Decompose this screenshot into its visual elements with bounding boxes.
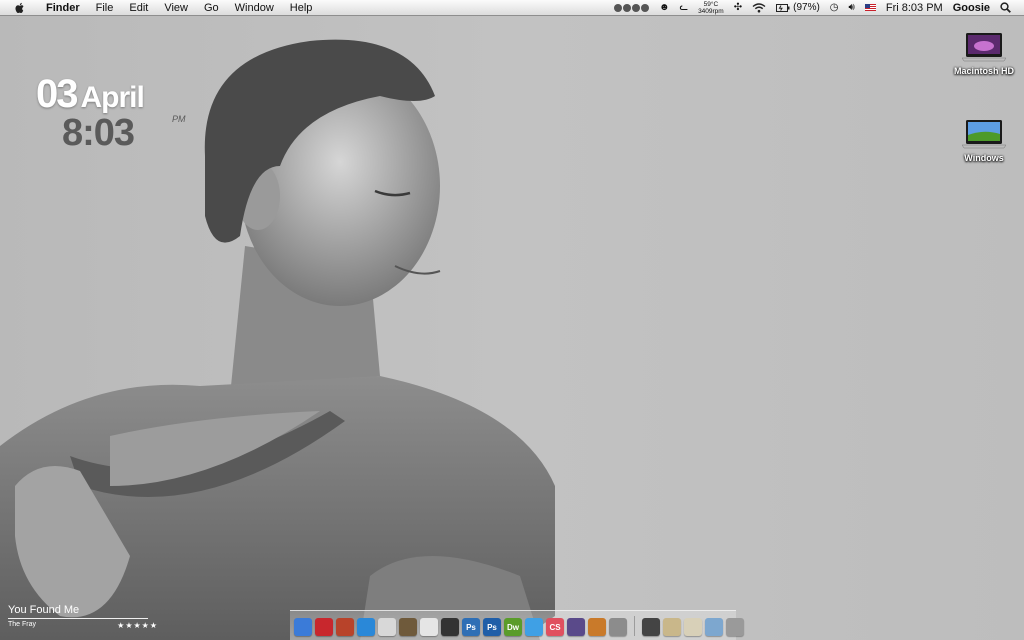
- weather-temp: 59°C: [703, 0, 719, 8]
- dock-icon-preview[interactable]: [588, 618, 606, 636]
- menu-window[interactable]: Window: [227, 0, 282, 16]
- menu-clock[interactable]: Fri 8:03 PM: [886, 2, 943, 14]
- now-playing-widget[interactable]: You Found Me The Fray ★★★★★: [8, 604, 158, 630]
- dock-icon-red-app[interactable]: [315, 618, 333, 636]
- dock-icon-aperture[interactable]: [441, 618, 459, 636]
- dock-icon-flickr[interactable]: [420, 618, 438, 636]
- dock-icon-mail[interactable]: [336, 618, 354, 636]
- dock-icon-iphoto[interactable]: [399, 618, 417, 636]
- battery-icon: [776, 3, 790, 12]
- widget-day: 03: [36, 72, 78, 116]
- dock-icon-system-prefs[interactable]: [609, 618, 627, 636]
- dock-icon-dreamweaver[interactable]: Dw: [504, 618, 522, 636]
- menu-file[interactable]: File: [88, 0, 122, 16]
- user-menu[interactable]: Goosie: [953, 2, 990, 14]
- dock-icon-stack-1[interactable]: [642, 618, 660, 636]
- apple-icon[interactable]: [14, 2, 26, 14]
- menu-go[interactable]: Go: [196, 0, 227, 16]
- track-rating[interactable]: ★★★★★: [117, 621, 158, 630]
- widget-month: April: [80, 81, 145, 114]
- cat-icon[interactable]: ᓚ: [680, 2, 689, 13]
- desktop-icon-windows[interactable]: Windows: [944, 119, 1024, 163]
- dock-icon-itunes[interactable]: [525, 618, 543, 636]
- battery-percent: (97%): [793, 2, 820, 13]
- battery-indicator[interactable]: (97%): [776, 2, 820, 13]
- dock-icon-trash[interactable]: [726, 618, 744, 636]
- weather-readout[interactable]: 59°C 3409rpm: [698, 1, 724, 15]
- move-icon[interactable]: ✣: [734, 2, 742, 13]
- hard-drive-icon: [962, 33, 1006, 62]
- spotlight-icon[interactable]: [1000, 2, 1011, 13]
- date-widget: 03 April: [36, 72, 145, 117]
- desktop-icon-macintosh-hd[interactable]: Macintosh HD: [944, 32, 1024, 76]
- widget-ampm: PM: [172, 114, 186, 124]
- volume-icon[interactable]: 🔊︎: [849, 2, 855, 13]
- dock-separator: [634, 616, 635, 636]
- dock-icon-photoshop-2[interactable]: Ps: [483, 618, 501, 636]
- menu-help[interactable]: Help: [282, 0, 321, 16]
- dock-icon-photoshop[interactable]: Ps: [462, 618, 480, 636]
- fan-rpm: 3409rpm: [698, 7, 724, 15]
- dock-icon-safari[interactable]: [357, 618, 375, 636]
- menu-view[interactable]: View: [156, 0, 196, 16]
- dock-icon-stack-2[interactable]: [663, 618, 681, 636]
- time-machine-icon[interactable]: ◷: [830, 2, 839, 13]
- track-divider: [8, 618, 148, 619]
- track-title: You Found Me: [8, 604, 80, 616]
- dock-icon-stack-4[interactable]: [705, 618, 723, 636]
- desktop-icon-label: Macintosh HD: [953, 66, 1014, 76]
- menu-edit[interactable]: Edit: [121, 0, 156, 16]
- track-artist: The Fray: [8, 621, 37, 628]
- dock-icon-finder[interactable]: [294, 618, 312, 636]
- dock-icon-itunes-cd[interactable]: [378, 618, 396, 636]
- dock-icon-creative-suite[interactable]: CS: [546, 618, 564, 636]
- menu-app-finder[interactable]: Finder: [38, 0, 88, 16]
- windows-drive-icon: [962, 120, 1006, 149]
- dock-icon-guitar[interactable]: [567, 618, 585, 636]
- wifi-icon[interactable]: [752, 2, 766, 13]
- media-controls-icon[interactable]: [614, 3, 650, 12]
- menu-extras: ☻ ᓚ 59°C 3409rpm ✣ (97%) ◷ 🔊︎ Fri 8:03 P…: [609, 0, 1024, 16]
- growl-icon[interactable]: ☻: [659, 2, 670, 13]
- dock-icon-stack-3[interactable]: [684, 618, 702, 636]
- input-menu[interactable]: [864, 4, 876, 11]
- flag-icon: [864, 4, 876, 11]
- menu-bar: Finder File Edit View Go Window Help ☻ ᓚ…: [0, 0, 1024, 16]
- widget-time: 8:03: [62, 112, 135, 154]
- desktop-icon-label: Windows: [964, 153, 1004, 163]
- dock: Ps Ps Dw CS: [290, 610, 744, 640]
- desktop-background: [0, 16, 1024, 640]
